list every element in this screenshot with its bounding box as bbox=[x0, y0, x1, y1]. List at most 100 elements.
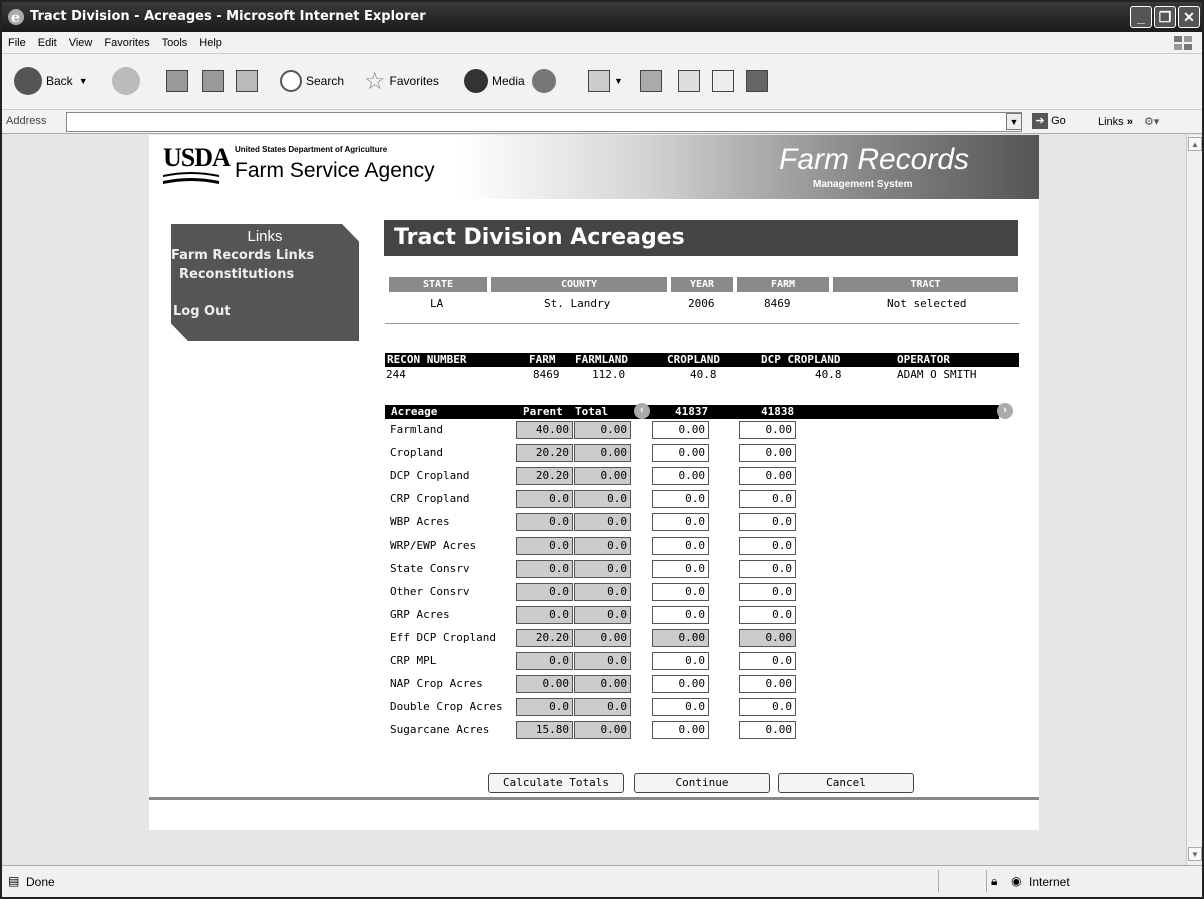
total-value-box: 0.0 bbox=[574, 560, 631, 578]
research-icon bbox=[746, 70, 768, 92]
next-tracts-icon[interactable]: › bbox=[997, 403, 1013, 419]
address-dropdown-button[interactable]: ▼ bbox=[1006, 113, 1022, 130]
minimize-button[interactable]: _ bbox=[1130, 6, 1152, 28]
tract-41838-input[interactable]: 0.00 bbox=[739, 421, 796, 439]
tract-41837-input[interactable]: 0.00 bbox=[652, 444, 709, 462]
home-icon bbox=[236, 70, 258, 92]
globe-icon: ◉ bbox=[1011, 874, 1022, 888]
tract-41838-input[interactable]: 0.0 bbox=[739, 583, 796, 601]
scroll-up-icon[interactable]: ▲ bbox=[1188, 137, 1202, 151]
media-label: Media bbox=[492, 74, 525, 88]
recon-header-operator: OPERATOR bbox=[897, 353, 950, 366]
acreage-row-label: WRP/EWP Acres bbox=[390, 539, 477, 552]
acreage-header-total: Total bbox=[575, 405, 609, 418]
total-value-box: 0.0 bbox=[574, 490, 631, 508]
menu-favorites[interactable]: Favorites bbox=[98, 32, 155, 54]
links-toolbar-button[interactable]: Links » ⚙▾ bbox=[1098, 115, 1159, 128]
menu-file[interactable]: File bbox=[2, 32, 32, 54]
link-log-out[interactable]: Log Out bbox=[173, 304, 231, 319]
menu-view[interactable]: View bbox=[63, 32, 99, 54]
menu-edit[interactable]: Edit bbox=[32, 32, 63, 54]
vertical-scrollbar[interactable]: ▲ ▼ bbox=[1186, 135, 1202, 865]
tract-41838-input[interactable]: 0.0 bbox=[739, 537, 796, 555]
tract-41838-input[interactable]: 0.0 bbox=[739, 490, 796, 508]
link-reconstitutions[interactable]: Reconstitutions bbox=[179, 267, 294, 282]
browser-window: e Tract Division - Acreages - Microsoft … bbox=[0, 0, 1204, 899]
windows-logo-icon bbox=[1174, 36, 1192, 50]
tract-41838-input[interactable]: 0.00 bbox=[739, 675, 796, 693]
window-title: Tract Division - Acreages - Microsoft In… bbox=[30, 9, 426, 24]
mail-button[interactable]: ▼ bbox=[588, 66, 623, 96]
close-button[interactable]: ✕ bbox=[1178, 6, 1200, 28]
usda-logo: USDA bbox=[163, 143, 231, 172]
parent-value-box: 0.0 bbox=[516, 652, 573, 670]
recon-header-farmland: FARMLAND bbox=[575, 353, 628, 366]
summary-header-county: COUNTY bbox=[491, 277, 667, 292]
tract-41837-input[interactable]: 0.00 bbox=[652, 721, 709, 739]
discuss-button[interactable] bbox=[712, 66, 738, 96]
tract-41837-input[interactable]: 0.00 bbox=[652, 467, 709, 485]
media-icon bbox=[464, 69, 488, 93]
tract-41837-input[interactable]: 0.0 bbox=[652, 606, 709, 624]
parent-value-box: 0.0 bbox=[516, 537, 573, 555]
go-button[interactable]: ➔ Go bbox=[1032, 113, 1066, 129]
stop-button[interactable] bbox=[166, 66, 192, 96]
print-icon bbox=[640, 70, 662, 92]
parent-value-box: 20.20 bbox=[516, 467, 573, 485]
acreage-row-label: State Consrv bbox=[390, 562, 470, 575]
continue-button[interactable]: Continue bbox=[634, 773, 770, 793]
tract-41838-input[interactable]: 0.00 bbox=[739, 444, 796, 462]
edit-button[interactable] bbox=[678, 66, 704, 96]
cancel-button[interactable]: Cancel bbox=[778, 773, 914, 793]
tract-41838-input[interactable]: 0.0 bbox=[739, 560, 796, 578]
summary-divider bbox=[385, 323, 1019, 324]
acreage-header-tract-2: 41838 bbox=[761, 405, 795, 418]
tract-41838-input[interactable]: 0.0 bbox=[739, 652, 796, 670]
history-button[interactable] bbox=[532, 66, 560, 96]
back-button[interactable]: Back ▼ bbox=[14, 66, 88, 96]
tract-41837-input[interactable]: 0.0 bbox=[652, 652, 709, 670]
print-button[interactable] bbox=[640, 66, 666, 96]
zone-text: Internet bbox=[1029, 875, 1070, 889]
tract-41838-input[interactable]: 0.00 bbox=[739, 721, 796, 739]
tract-41837-input[interactable]: 0.00 bbox=[652, 421, 709, 439]
status-text: Done bbox=[26, 875, 55, 889]
restore-button[interactable]: ❐ bbox=[1154, 6, 1176, 28]
tract-41837-input[interactable]: 0.0 bbox=[652, 490, 709, 508]
refresh-button[interactable] bbox=[202, 66, 228, 96]
tract-41838-input[interactable]: 0.0 bbox=[739, 513, 796, 531]
summary-header-tract: TRACT bbox=[833, 277, 1018, 292]
address-label: Address bbox=[6, 115, 47, 127]
favorites-button[interactable]: ☆ Favorites bbox=[364, 66, 439, 96]
tract-41838-input[interactable]: 0.00 bbox=[739, 467, 796, 485]
home-button[interactable] bbox=[236, 66, 262, 96]
tract-41837-input[interactable]: 0.00 bbox=[652, 675, 709, 693]
tract-41837-input[interactable]: 0.0 bbox=[652, 583, 709, 601]
research-button[interactable] bbox=[746, 66, 772, 96]
menu-tools[interactable]: Tools bbox=[156, 32, 194, 54]
scroll-down-icon[interactable]: ▼ bbox=[1188, 847, 1202, 861]
search-button[interactable]: Search bbox=[280, 66, 344, 96]
acreage-header-tract-1: 41837 bbox=[675, 405, 709, 418]
tract-41838-input: 0.00 bbox=[739, 629, 796, 647]
tract-41837-input[interactable]: 0.0 bbox=[652, 513, 709, 531]
tract-41837-input[interactable]: 0.0 bbox=[652, 698, 709, 716]
link-farm-records-links[interactable]: Farm Records Links bbox=[171, 248, 314, 263]
forward-button[interactable] bbox=[112, 66, 144, 96]
tract-41837-input[interactable]: 0.0 bbox=[652, 560, 709, 578]
tract-41837-input[interactable]: 0.0 bbox=[652, 537, 709, 555]
previous-tracts-icon[interactable]: ‹ bbox=[634, 403, 650, 419]
total-value-box: 0.00 bbox=[574, 721, 631, 739]
menu-help[interactable]: Help bbox=[193, 32, 228, 54]
back-arrow-icon bbox=[14, 67, 42, 95]
svg-text:e: e bbox=[11, 10, 20, 26]
calculate-totals-button[interactable]: Calculate Totals bbox=[488, 773, 624, 793]
back-label: Back bbox=[46, 74, 73, 88]
tract-41838-input[interactable]: 0.0 bbox=[739, 606, 796, 624]
media-button[interactable]: Media bbox=[464, 66, 525, 96]
go-label: Go bbox=[1051, 115, 1066, 127]
acreage-row-label: Farmland bbox=[390, 423, 443, 436]
address-input[interactable] bbox=[66, 112, 1022, 132]
tract-41838-input[interactable]: 0.0 bbox=[739, 698, 796, 716]
extension-icon: ⚙▾ bbox=[1143, 116, 1160, 128]
